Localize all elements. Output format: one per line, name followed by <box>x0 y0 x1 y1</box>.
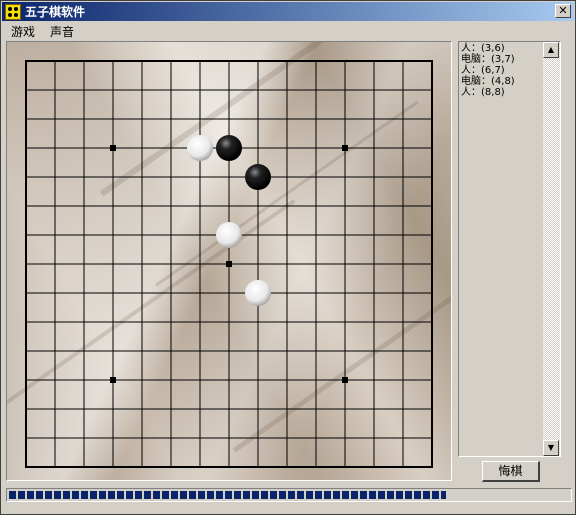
scroll-down-button[interactable]: ▼ <box>543 440 559 456</box>
window-title: 五子棋软件 <box>25 5 86 19</box>
menu-game[interactable]: 游戏 <box>2 23 41 40</box>
board-grid[interactable] <box>7 42 451 480</box>
progress-bar <box>6 488 572 502</box>
close-button[interactable]: ✕ <box>555 4 571 18</box>
black-stone <box>245 164 271 190</box>
title-bar[interactable]: 五子棋软件 ✕ <box>2 2 574 21</box>
white-stone <box>187 135 213 161</box>
black-stone <box>216 135 242 161</box>
status-bar <box>2 504 574 514</box>
arrow-down-icon: ▼ <box>547 443 555 452</box>
star-point <box>110 145 116 151</box>
star-point <box>342 377 348 383</box>
white-stone <box>245 280 271 306</box>
menu-bar: 游戏 声音 <box>2 22 574 40</box>
star-point <box>110 377 116 383</box>
menu-sound[interactable]: 声音 <box>41 23 80 40</box>
scroll-up-button[interactable]: ▲ <box>543 42 559 58</box>
undo-button[interactable]: 悔棋 <box>482 461 540 482</box>
move-log-scrollbar[interactable]: ▲ ▼ <box>543 42 560 456</box>
app-icon <box>5 3 21 20</box>
star-point <box>342 145 348 151</box>
progress-fill <box>9 491 446 499</box>
close-icon: ✕ <box>558 4 568 17</box>
arrow-up-icon: ▲ <box>547 45 555 54</box>
game-board[interactable] <box>6 41 452 481</box>
star-point <box>226 261 232 267</box>
white-stone <box>216 222 242 248</box>
main-window: 五子棋软件 ✕ 游戏 声音 人：(3,6) 电脑：(3,7) 人：(6,7) 电脑：(… <box>0 0 576 515</box>
